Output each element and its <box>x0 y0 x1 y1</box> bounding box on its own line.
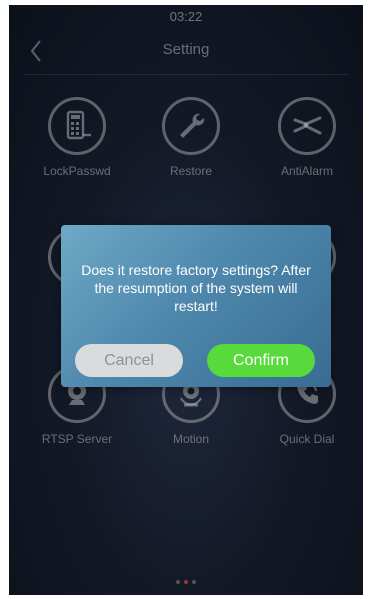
confirm-button[interactable]: Confirm <box>207 344 315 377</box>
cancel-button[interactable]: Cancel <box>75 344 183 377</box>
restore-confirm-dialog: Does it restore factory settings? After … <box>61 225 331 387</box>
device-screen: 03:22 Setting LockPasswd Restore AntiAla… <box>9 5 363 595</box>
dialog-message: Does it restore factory settings? After … <box>81 262 311 314</box>
